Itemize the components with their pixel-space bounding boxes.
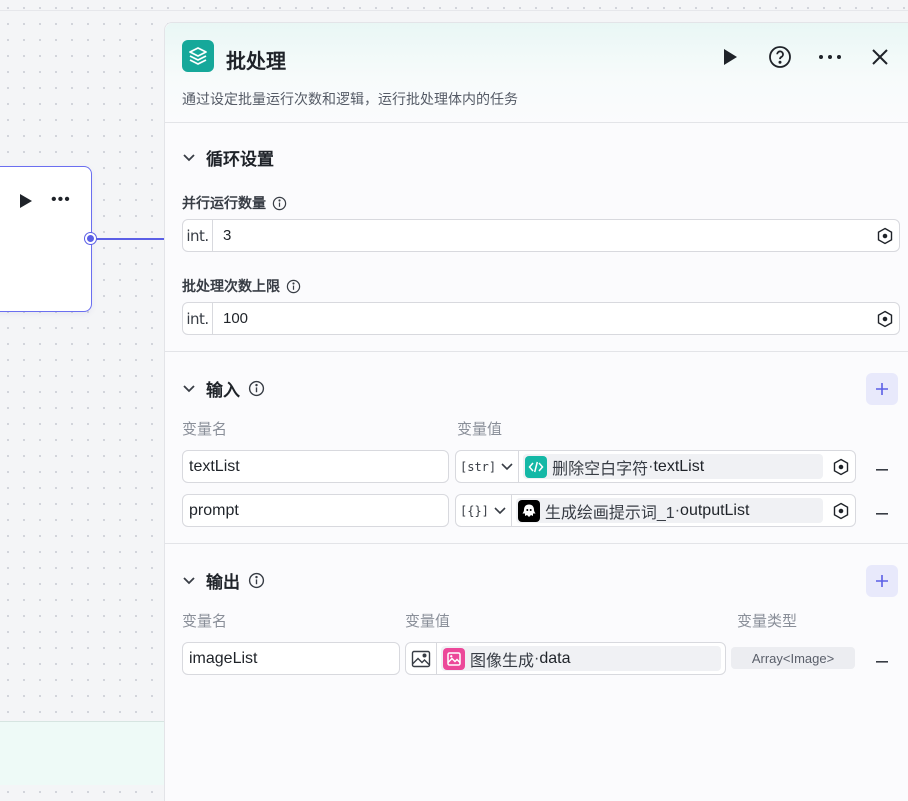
section-title: 输入 [206, 381, 240, 400]
panel-header: 批处理 通过设定批量运行次数和逻辑，运行批处理体内的任务 [165, 23, 908, 123]
code-node-icon [525, 455, 548, 478]
add-input-button[interactable] [866, 373, 898, 405]
panel-description: 通过设定批量运行次数和逻辑，运行批处理体内的任务 [182, 91, 518, 107]
output-type-column: 变量类型 [737, 613, 798, 630]
node-output-port[interactable] [85, 233, 96, 244]
ref-node-name: 删除空白字符 [552, 460, 649, 478]
output-value-column: 变量值 [405, 613, 451, 630]
inputs-section: 输入 变量名 变量值 textList [str] 删除空白字符 · textL… [165, 352, 908, 544]
image-icon [411, 650, 431, 667]
batch-layers-icon [182, 40, 214, 72]
variable-ref-icon[interactable] [871, 227, 899, 245]
canvas-edge [96, 238, 166, 240]
input-name-column: 变量名 [182, 421, 228, 438]
llm-node-icon [517, 499, 540, 522]
image-type-selector[interactable] [406, 643, 437, 674]
output-value-field[interactable]: 图像生成 · data [405, 642, 726, 675]
canvas-node-card[interactable]: ••• [0, 166, 92, 312]
canvas-batch-body [0, 721, 164, 785]
chevron-down-icon [183, 153, 195, 161]
variable-ref-icon[interactable] [827, 458, 855, 476]
input-value-column: 变量值 [457, 421, 503, 438]
minus-icon [876, 513, 888, 515]
variable-ref-icon[interactable] [871, 310, 899, 328]
chevron-down-icon [183, 576, 195, 584]
inputs-header[interactable]: 输入 [182, 376, 265, 401]
node-more-icon[interactable]: ••• [51, 191, 71, 209]
close-button[interactable] [866, 43, 894, 71]
output-name-column: 变量名 [182, 613, 228, 630]
help-icon [769, 46, 791, 68]
section-title: 循环设置 [206, 150, 274, 169]
input-value-field[interactable]: [str] 删除空白字符 · textList [455, 450, 856, 483]
input-name-field[interactable]: prompt [182, 494, 449, 527]
ref-node-name: 图像生成 [470, 652, 535, 670]
output-name-field[interactable]: imageList [182, 642, 400, 675]
max-batch-input[interactable]: int. 100 [182, 302, 900, 335]
concurrency-input[interactable]: int. 3 [182, 219, 900, 252]
info-icon[interactable] [248, 380, 265, 397]
plus-icon [876, 383, 888, 395]
concurrency-label: 并行运行数量 [182, 193, 287, 213]
max-batch-label-text: 批处理次数上限 [182, 278, 280, 294]
more-options-button[interactable] [816, 43, 844, 71]
batch-node-panel: 批处理 通过设定批量运行次数和逻辑，运行批处理体内的任务 循环设置 并行运行数量… [164, 22, 908, 801]
input-name-field[interactable]: textList [182, 450, 449, 483]
variable-ref-icon[interactable] [827, 502, 855, 520]
variable-reference[interactable]: 生成绘画提示词_1 · outputList [515, 498, 823, 523]
max-batch-value[interactable]: 100 [213, 310, 871, 327]
chevron-down-icon [494, 506, 506, 514]
info-icon[interactable] [286, 279, 301, 294]
type-tag: [{}] [460, 503, 489, 518]
section-title: 输出 [206, 573, 240, 592]
type-tag: [str] [460, 459, 497, 474]
minus-icon [876, 469, 888, 471]
close-icon [872, 49, 888, 65]
canvas-top-border [0, 10, 908, 11]
image-generation-node-icon [443, 647, 465, 670]
ref-var-name: textList [653, 457, 705, 475]
more-icon [819, 55, 841, 59]
ref-var-name: outputList [680, 501, 750, 519]
chevron-down-icon [501, 462, 513, 470]
input-value-field[interactable]: [{}] 生成绘画提示词_1 · outputList [455, 494, 856, 527]
ref-node-name: 生成绘画提示词_1 [544, 504, 675, 522]
loop-settings-header[interactable]: 循环设置 [182, 145, 274, 170]
output-type-badge: Array<Image> [731, 647, 855, 669]
concurrency-value[interactable]: 3 [213, 227, 871, 244]
max-batch-label: 批处理次数上限 [182, 276, 301, 296]
int-type-tag: int. [183, 303, 213, 334]
remove-input-button[interactable] [876, 454, 888, 477]
minus-icon [876, 661, 888, 663]
type-selector[interactable]: [{}] [456, 495, 512, 526]
info-icon[interactable] [248, 572, 265, 589]
concurrency-label-text: 并行运行数量 [182, 195, 266, 211]
node-play-icon[interactable] [19, 193, 33, 214]
info-icon[interactable] [272, 196, 287, 211]
run-button[interactable] [716, 43, 744, 71]
remove-output-button[interactable] [876, 646, 888, 669]
ref-var-name: data [539, 649, 571, 667]
outputs-section: 输出 变量名 变量值 变量类型 imageList 图像生成 · data Ar… [165, 544, 908, 704]
remove-input-button[interactable] [876, 498, 888, 521]
help-button[interactable] [766, 43, 794, 71]
add-output-button[interactable] [866, 565, 898, 597]
loop-settings-section: 循环设置 并行运行数量 int. 3 批处理次数上限 int. 100 [165, 123, 908, 352]
variable-reference[interactable]: 删除空白字符 · textList [523, 454, 823, 479]
panel-title: 批处理 [226, 51, 286, 73]
play-icon [724, 49, 737, 65]
variable-reference[interactable]: 图像生成 · data [441, 646, 721, 671]
chevron-down-icon [183, 384, 195, 392]
int-type-tag: int. [183, 220, 213, 251]
outputs-header[interactable]: 输出 [182, 568, 265, 593]
plus-icon [876, 575, 888, 587]
type-selector[interactable]: [str] [456, 451, 520, 482]
